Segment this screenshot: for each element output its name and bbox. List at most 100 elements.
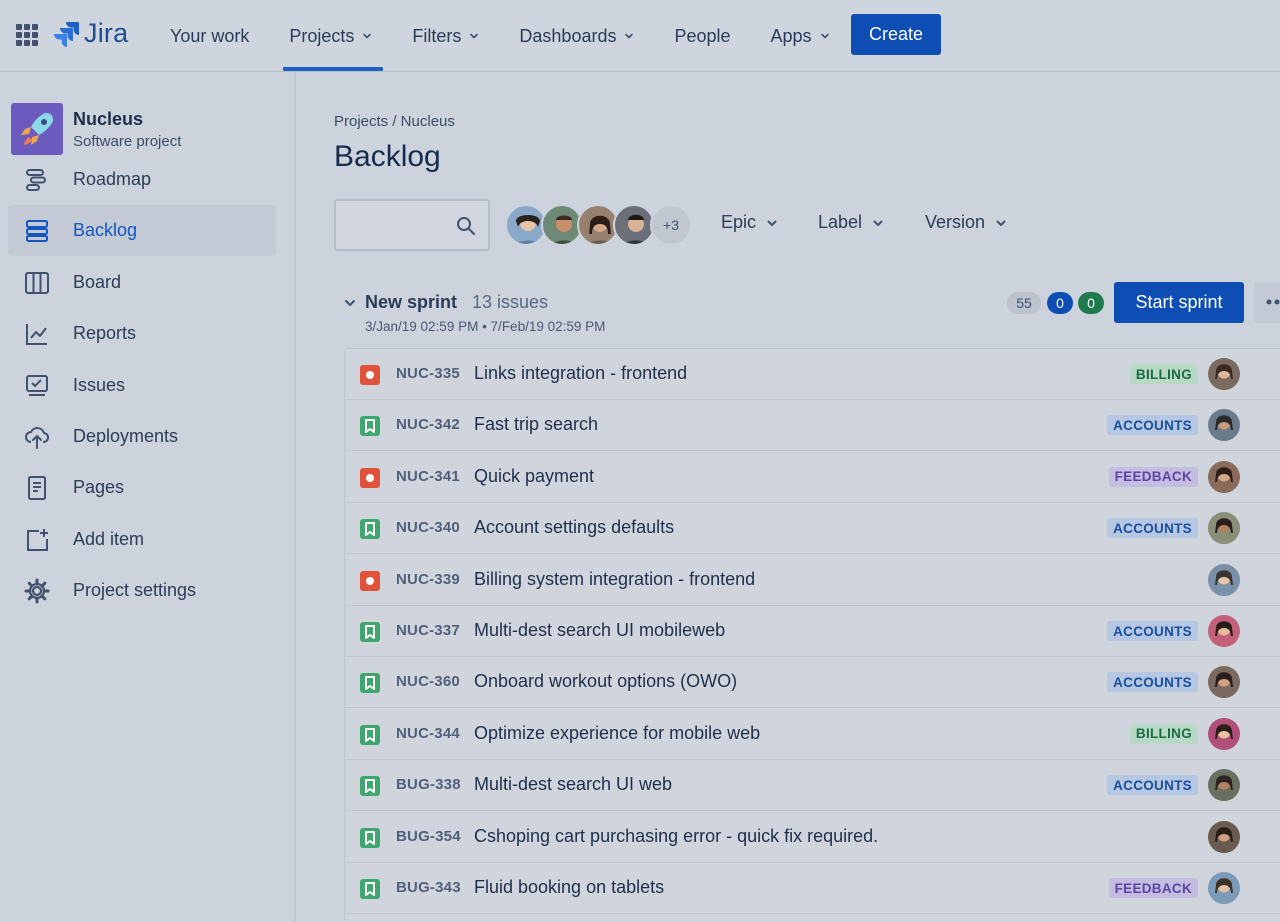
filter-epic[interactable]: Epic: [721, 212, 778, 233]
issue-summary[interactable]: Links integration - frontend: [474, 363, 687, 384]
nav-item-projects[interactable]: Projects: [269, 0, 392, 72]
assignee-avatar[interactable]: [1208, 666, 1240, 699]
sidebar-item-deployments[interactable]: Deployments: [8, 411, 276, 462]
sidebar-item-board[interactable]: Board: [8, 257, 276, 308]
issue-key[interactable]: BUG-338: [396, 776, 461, 793]
issue-summary[interactable]: Fast trip search: [474, 414, 598, 435]
filter-label[interactable]: Label: [818, 212, 884, 233]
label-badge[interactable]: ACCOUNTS: [1107, 415, 1198, 436]
issue-key[interactable]: NUC-340: [396, 519, 460, 536]
gear-icon: [24, 578, 50, 604]
issue-summary[interactable]: Fluid booking on tablets: [474, 877, 664, 898]
assignee-avatar[interactable]: [1208, 769, 1240, 802]
collapse-chevron-icon[interactable]: [343, 296, 357, 310]
sidebar-item-roadmap[interactable]: Roadmap: [8, 154, 276, 205]
search-input[interactable]: [344, 211, 454, 239]
story-icon: [360, 827, 380, 848]
issue-summary[interactable]: Billing system integration - frontend: [474, 569, 755, 590]
table-row[interactable]: NUC-360 Onboard workout options (OWO) ACCO…: [345, 657, 1280, 709]
table-row[interactable]: NUC-335 Links integration - frontend BILLI…: [345, 349, 1280, 400]
table-row[interactable]: NUC-344 Optimize experience for mobile we…: [345, 709, 1280, 760]
sidebar-item-project-settings[interactable]: Project settings: [8, 565, 276, 616]
table-row[interactable]: NUC-341 Quick payment FEEDBACK: [345, 452, 1280, 503]
assignee-avatar[interactable]: [1208, 358, 1240, 390]
app-switcher-icon[interactable]: [16, 24, 38, 46]
issue-key[interactable]: BUG-354: [396, 828, 461, 845]
issue-key[interactable]: BUG-343: [396, 879, 461, 896]
story-icon: [360, 519, 380, 540]
nav-item-label: People: [674, 25, 731, 46]
nav-item-filters[interactable]: Filters: [392, 0, 499, 72]
breadcrumb[interactable]: Projects / Nucleus: [334, 113, 455, 130]
issue-summary[interactable]: Cshoping cart purchasing error - quick f…: [474, 826, 878, 847]
nav-item-label: Filters: [412, 25, 462, 46]
table-row[interactable]: BUG-338 Multi-dest search UI web ACCOUNTS: [345, 760, 1280, 812]
issue-key[interactable]: NUC-344: [396, 725, 460, 742]
issue-summary[interactable]: Quick payment: [474, 466, 594, 487]
estimate-done-badge: 0: [1078, 292, 1104, 314]
start-sprint-button[interactable]: Start sprint: [1114, 282, 1244, 323]
assignee-avatar[interactable]: [1208, 460, 1240, 493]
bug-icon: [360, 365, 380, 385]
story-icon: [360, 776, 380, 797]
table-row[interactable]: NUC-340 Account settings defaults ACCOUNTS: [345, 503, 1280, 555]
issue-key[interactable]: NUC-342: [396, 416, 460, 433]
top-navigation: Jira Your work Projects Filters Dashboards P…: [0, 0, 1280, 72]
table-row[interactable]: NUC-337 Multi-dest search UI mobileweb ACC…: [345, 606, 1280, 657]
sidebar-item-pages[interactable]: Pages: [8, 462, 276, 513]
issue-key[interactable]: NUC-339: [396, 571, 460, 588]
issue-summary[interactable]: Account settings defaults: [474, 517, 674, 538]
filter-version[interactable]: Version: [925, 212, 1007, 233]
more-avatars-button[interactable]: +3: [650, 204, 692, 246]
nav-item-apps[interactable]: Apps: [751, 0, 850, 72]
label-badge[interactable]: ACCOUNTS: [1107, 775, 1198, 796]
table-row[interactable]: BUG-354 Cshoping cart purchasing error - …: [345, 812, 1280, 863]
search-box[interactable]: [334, 199, 490, 251]
label-badge[interactable]: FEEDBACK: [1108, 466, 1198, 487]
assignee-avatar[interactable]: [1208, 872, 1240, 904]
assignee-avatar[interactable]: [1208, 820, 1240, 853]
create-button[interactable]: Create: [851, 14, 941, 55]
sprint-name[interactable]: New sprint: [365, 292, 457, 313]
issue-key[interactable]: NUC-335: [396, 365, 460, 382]
nav-item-people[interactable]: People: [654, 0, 750, 72]
assignee-avatar[interactable]: [1208, 409, 1240, 442]
filter-label: Epic: [721, 212, 757, 232]
assignee-avatar[interactable]: [1208, 615, 1240, 647]
sidebar-item-issues[interactable]: Issues: [8, 360, 276, 411]
sidebar-item-label: Reports: [73, 323, 137, 344]
assignee-avatar[interactable]: [1208, 563, 1240, 596]
more-actions-button[interactable]: [1254, 282, 1280, 323]
sidebar-item-backlog[interactable]: Backlog: [8, 205, 276, 257]
label-badge[interactable]: FEEDBACK: [1108, 878, 1198, 898]
project-name[interactable]: Nucleus: [73, 109, 143, 130]
assignee-avatar[interactable]: [1208, 717, 1240, 750]
table-row[interactable]: NUC-339 Billing system integration - fron…: [345, 555, 1280, 606]
nav-item-your-work[interactable]: Your work: [150, 0, 269, 72]
issue-summary[interactable]: Optimize experience for mobile web: [474, 723, 760, 744]
add-item-icon: [24, 527, 50, 553]
nav-item-label: Projects: [289, 25, 355, 46]
table-row[interactable]: BUG-343 Fluid booking on tablets FEEDBACK: [345, 863, 1280, 914]
label-badge[interactable]: BILLING: [1129, 364, 1198, 384]
issue-key[interactable]: NUC-341: [396, 468, 460, 485]
table-row[interactable]: NUC-342 Fast trip search ACCOUNTS: [345, 400, 1280, 452]
story-icon: [360, 724, 380, 745]
issue-summary[interactable]: Multi-dest search UI web: [474, 774, 672, 795]
chevron-down-icon: [363, 33, 372, 39]
avatar[interactable]: [613, 204, 655, 246]
issue-key[interactable]: NUC-360: [396, 673, 460, 690]
sidebar-item-reports[interactable]: Reports: [8, 308, 276, 359]
label-badge[interactable]: BILLING: [1129, 723, 1198, 744]
issue-summary[interactable]: Onboard workout options (OWO): [474, 671, 737, 692]
sidebar-item-label: Deployments: [73, 426, 179, 446]
jira-logo[interactable]: Jira: [54, 18, 128, 49]
issue-key[interactable]: NUC-337: [396, 622, 460, 639]
sidebar-item-add-item[interactable]: Add item: [8, 514, 276, 565]
assignee-avatar[interactable]: [1208, 512, 1240, 545]
nav-item-dashboards[interactable]: Dashboards: [499, 0, 654, 72]
label-badge[interactable]: ACCOUNTS: [1107, 621, 1198, 641]
issue-summary[interactable]: Multi-dest search UI mobileweb: [474, 620, 725, 641]
label-badge[interactable]: ACCOUNTS: [1107, 518, 1198, 539]
label-badge[interactable]: ACCOUNTS: [1107, 672, 1198, 693]
